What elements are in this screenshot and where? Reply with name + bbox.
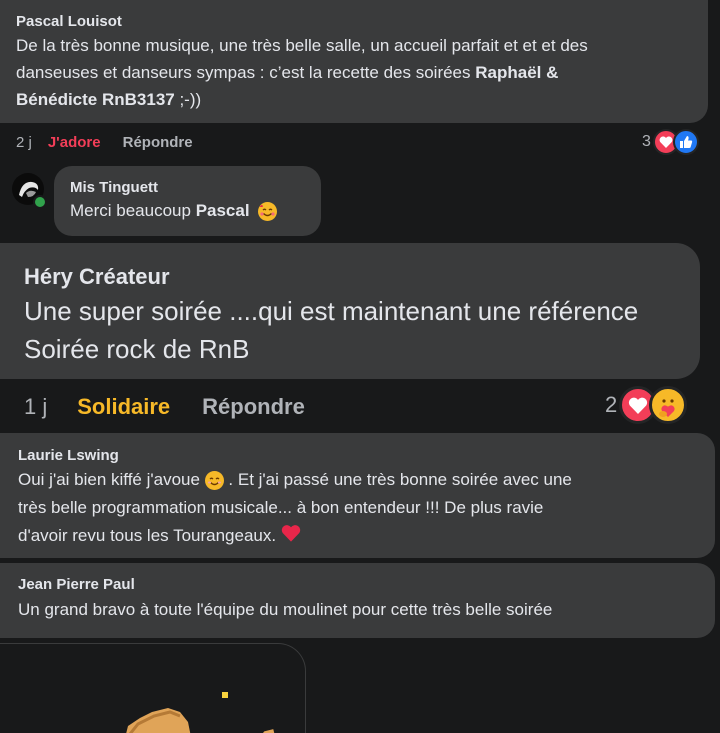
comment-author[interactable]: Jean Pierre Paul	[18, 575, 697, 595]
like-reaction-icon	[672, 129, 699, 155]
comment-bubble-laurie: Laurie Lswing Oui j'ai bien kiffé j'avou…	[0, 433, 715, 558]
clapping-hands-sticker-icon	[110, 682, 290, 733]
reaction-button[interactable]: J'adore	[48, 134, 101, 151]
reaction-button[interactable]: Solidaire	[77, 394, 170, 420]
comment-bubble-hery: Héry Créateur Une super soirée ....qui e…	[0, 243, 700, 379]
comment-bubble-pascal: Pascal Louisot De la très bonne musique,…	[0, 0, 708, 123]
comment-author[interactable]: Laurie Lswing	[18, 446, 697, 466]
reaction-summary[interactable]: 3	[642, 129, 699, 155]
reaction-count: 3	[642, 133, 651, 150]
comment-text: Un grand bravo à toute l'équipe du mouli…	[18, 600, 553, 619]
smiling-face-with-hearts-icon	[258, 202, 278, 222]
comment-time[interactable]: 2 j	[16, 134, 32, 151]
comment-author[interactable]: Héry Créateur	[24, 263, 676, 291]
comment-time[interactable]: 1 j	[24, 394, 47, 420]
comment-text: Oui j'ai bien kiffé j'avoue . Et j'ai pa…	[18, 466, 697, 551]
comment-actions: 1 j Solidaire Répondre	[24, 392, 305, 422]
comment-author[interactable]: Mis Tinguett	[70, 178, 305, 198]
red-heart-icon	[281, 523, 301, 551]
comment-actions: 2 j J'adore Répondre	[16, 132, 193, 152]
comment-text: De la très bonne musique, une très belle…	[16, 36, 588, 109]
reaction-summary[interactable]: 2	[605, 386, 688, 424]
smiling-face-icon	[204, 471, 224, 491]
comment-bubble-jean-pierre: Jean Pierre Paul Un grand bravo à toute …	[0, 563, 715, 638]
comment-bubble-mis-tinguett: Mis Tinguett Merci beaucoup Pascal	[54, 166, 321, 236]
comment-author[interactable]: Pascal Louisot	[16, 12, 692, 32]
comment-text: Merci beaucoup Pascal	[70, 198, 305, 224]
reaction-count: 2	[605, 392, 618, 417]
reply-button[interactable]: Répondre	[202, 394, 305, 420]
reply-button[interactable]: Répondre	[123, 134, 193, 151]
care-reaction-icon	[649, 386, 688, 424]
comment-text: Une super soirée ....qui est maintenant …	[24, 296, 639, 364]
online-status-dot	[33, 195, 47, 209]
